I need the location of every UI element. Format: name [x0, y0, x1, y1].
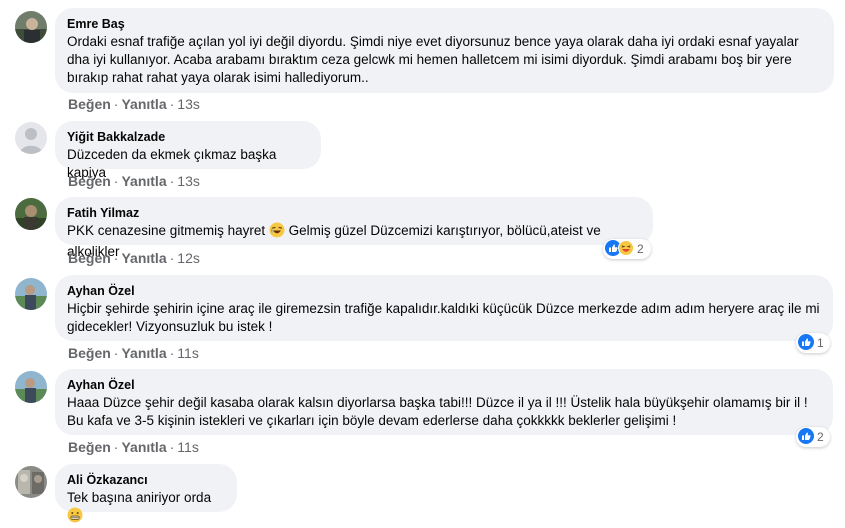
comment-author[interactable]: Ali Özkazancı [67, 472, 225, 488]
comment-author[interactable]: Ayhan Özel [67, 283, 821, 299]
avatar[interactable] [15, 11, 47, 43]
comment-timestamp[interactable]: 11s [177, 439, 199, 455]
separator: · [113, 173, 119, 189]
reaction-summary[interactable]: 1 [796, 333, 830, 353]
comment-actions: Beğen · Yanıtla · 13s [68, 173, 200, 189]
reaction-summary[interactable]: 2 [796, 427, 830, 447]
separator: · [169, 173, 175, 189]
comment-bubble: Emre Baş Ordaki esnaf trafiğe açılan yol… [55, 8, 834, 93]
reply-button[interactable]: Yanıtla [121, 250, 166, 266]
comment-bubble: Ayhan Özel Haaa Düzce şehir değil kasaba… [55, 369, 833, 435]
like-button[interactable]: Beğen [68, 439, 111, 455]
haha-icon [618, 239, 634, 259]
comment-text: Tek başına aniriyor orda [67, 489, 225, 528]
separator: · [113, 250, 119, 266]
comment-bubble: Ayhan Özel Hiçbir şehirde şehirin içine … [55, 275, 833, 341]
comment-text: Haaa Düzce şehir değil kasaba olarak kal… [67, 395, 808, 428]
comment-author[interactable]: Fatih Yilmaz [67, 205, 641, 221]
reaction-count: 1 [817, 336, 824, 350]
separator: · [113, 439, 119, 455]
like-button[interactable]: Beğen [68, 250, 111, 266]
comment-actions: Beğen · Yanıtla · 11s [68, 439, 199, 455]
reaction-count: 2 [817, 430, 824, 444]
comment-text-part: PKK cenazesine gitmemiş hayret [67, 223, 266, 238]
avatar[interactable] [15, 122, 47, 154]
comment-author[interactable]: Emre Baş [67, 16, 822, 32]
reply-button[interactable]: Yanıtla [121, 439, 166, 455]
comment-timestamp[interactable]: 12s [177, 250, 200, 266]
separator: · [113, 96, 119, 112]
comment-text: Hiçbir şehirde şehirin içine araç ile gi… [67, 301, 820, 334]
separator: · [169, 250, 175, 266]
separator: · [169, 439, 175, 455]
laughing-emoji-icon [269, 222, 285, 243]
comment-bubble: Yiğit Bakkalzade Düzceden da ekmek çıkma… [55, 121, 321, 180]
comment-actions: Beğen · Yanıtla · 13s [68, 96, 200, 112]
comment-text-part: Tek başına aniriyor orda [67, 490, 212, 505]
comment-author[interactable]: Ayhan Özel [67, 377, 821, 393]
comment-bubble: Ali Özkazancı Tek başına aniriyor orda [55, 464, 237, 523]
reaction-count: 2 [637, 242, 644, 256]
comment-timestamp[interactable]: 13s [177, 173, 200, 189]
grimacing-emoji-icon [67, 507, 83, 528]
reaction-summary[interactable]: 2 [603, 239, 651, 259]
avatar[interactable] [15, 278, 47, 310]
separator: · [113, 345, 119, 361]
like-icon [798, 427, 814, 447]
like-button[interactable]: Beğen [68, 345, 111, 361]
separator: · [169, 96, 175, 112]
comment-timestamp[interactable]: 13s [177, 96, 200, 112]
like-button[interactable]: Beğen [68, 96, 111, 112]
reply-button[interactable]: Yanıtla [121, 345, 166, 361]
comment-actions: Beğen · Yanıtla · 12s [68, 250, 200, 266]
comment-bubble: Fatih Yilmaz PKK cenazesine gitmemiş hay… [55, 197, 653, 259]
avatar[interactable] [15, 198, 47, 230]
reply-button[interactable]: Yanıtla [121, 173, 166, 189]
like-icon [798, 333, 814, 353]
comment-author[interactable]: Yiğit Bakkalzade [67, 129, 309, 145]
like-button[interactable]: Beğen [68, 173, 111, 189]
comment-actions: Beğen · Yanıtla · 11s [68, 345, 199, 361]
comment-text: Ordaki esnaf trafiğe açılan yol iyi deği… [67, 34, 799, 85]
avatar[interactable] [15, 466, 47, 498]
avatar[interactable] [15, 371, 47, 403]
comment-timestamp[interactable]: 11s [177, 345, 199, 361]
reply-button[interactable]: Yanıtla [121, 96, 166, 112]
separator: · [169, 345, 175, 361]
